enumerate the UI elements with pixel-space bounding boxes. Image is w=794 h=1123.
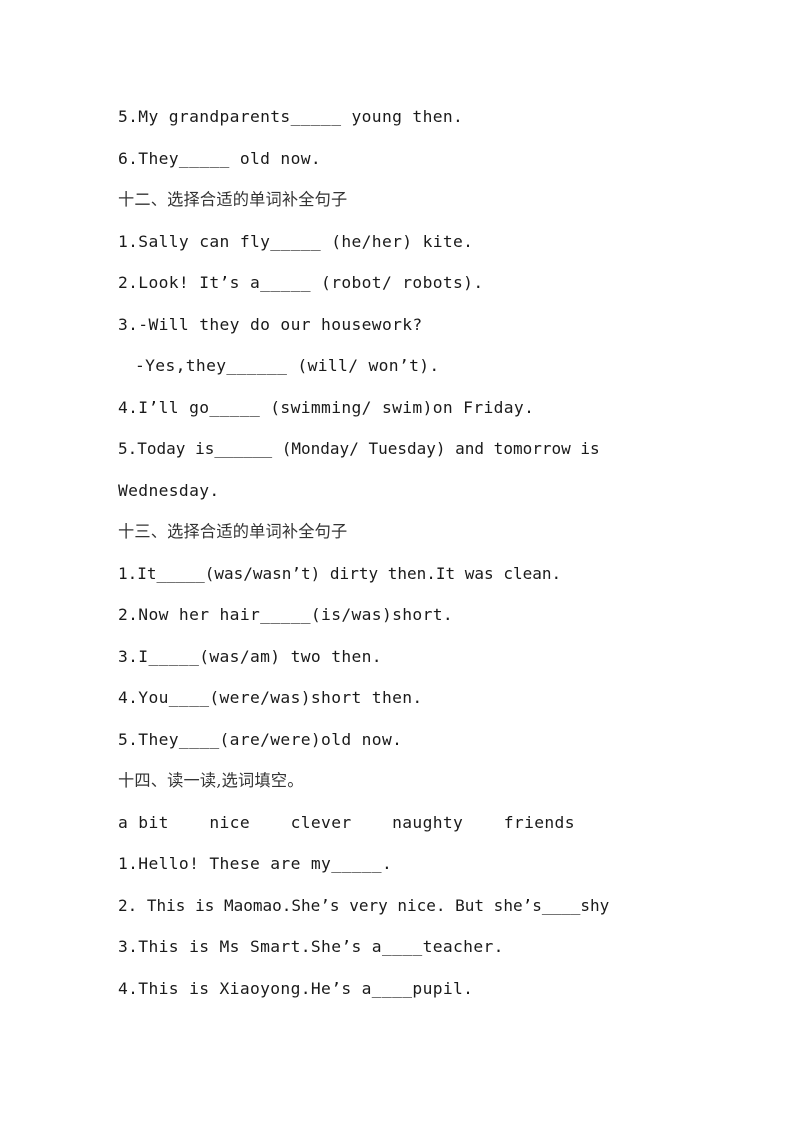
section-heading-12: 十二、选择合适的单词补全句子	[118, 190, 348, 209]
question-line: 4.This is Xiaoyong.He’s a____pupil.	[118, 978, 474, 998]
question-line: 3.-Will they do our housework?	[118, 314, 423, 334]
question-line: 2. This is Maomao.She’s very nice. But s…	[118, 895, 610, 915]
question-continuation-line: -Yes,they______ (will/ won’t).	[135, 356, 440, 375]
worksheet-page: 5.My grandparents_____ young then. 6.The…	[0, 0, 794, 1123]
question-line: 4.I’ll go_____ (swimming/ swim)on Friday…	[118, 397, 535, 417]
question-wrap-line: Wednesday.	[118, 480, 220, 500]
question-line: 5.They____(are/were)old now.	[118, 729, 403, 749]
word-bank: a bit nice clever naughty friends	[118, 812, 575, 832]
section-heading-14: 十四、读一读,选词填空。	[118, 771, 304, 790]
question-line: 4.You____(were/was)short then.	[118, 688, 423, 707]
question-line: 2.Now her hair_____(is/was)short.	[118, 605, 454, 624]
question-line: 1.Sally can fly_____ (he/her) kite.	[118, 231, 474, 251]
question-line: 3.This is Ms Smart.She’s a____teacher.	[118, 937, 504, 956]
question-line: 5.My grandparents_____ young then.	[118, 107, 464, 126]
question-line: 1.Hello! These are my_____.	[118, 854, 393, 873]
question-line: 5.Today is______ (Monday/ Tuesday) and t…	[118, 439, 600, 458]
section-heading-13: 十三、选择合适的单词补全句子	[118, 522, 348, 541]
question-line: 2.Look! It’s a_____ (robot/ robots).	[118, 273, 484, 292]
worksheet-body: 5.My grandparents_____ young then. 6.The…	[118, 96, 678, 1009]
question-line: 3.I_____(was/am) two then.	[118, 646, 382, 666]
question-line: 6.They_____ old now.	[118, 148, 322, 168]
question-line: 1.It_____(was/wasn’t) dirty then.It was …	[118, 563, 562, 583]
